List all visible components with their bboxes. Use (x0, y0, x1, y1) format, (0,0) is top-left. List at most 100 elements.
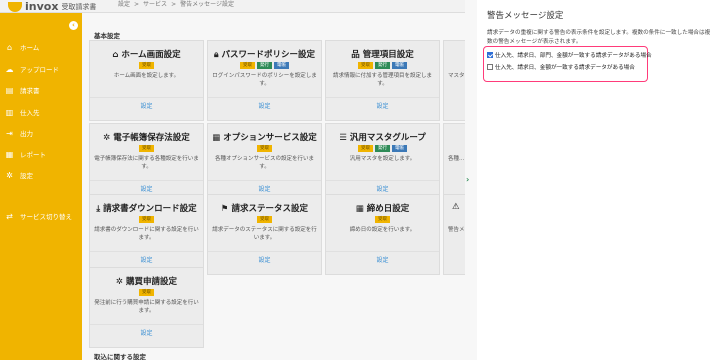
divider (326, 180, 439, 181)
document-icon: ▤ (5, 85, 14, 95)
settings-link[interactable]: 設定 (326, 184, 439, 193)
section-title-import: 取込に関する設定 (94, 353, 146, 360)
building-icon: ▥ (5, 107, 14, 117)
card-description: 各種... (448, 156, 465, 162)
settings-link[interactable]: 設定 (90, 328, 203, 337)
divider (90, 180, 203, 181)
chevron-left-icon[interactable]: ‹ (69, 21, 78, 30)
sidebar-item-service-switch[interactable]: ⇄ サービス切り替え (5, 211, 72, 222)
card-title: 汎用マスタグループ (349, 133, 426, 143)
badge-receive: 受取 (139, 145, 154, 152)
chevron-right-icon[interactable]: › (466, 175, 469, 184)
warning-icon: ⚠ (452, 202, 460, 212)
report-icon: ▦ (5, 149, 14, 159)
user-status-icon: ⚑ (220, 204, 229, 214)
divider (90, 251, 203, 252)
card-password-policy: 🔒︎ パスワードポリシー設定 受取 発行 電帳 ログインパスワードのポリシーを設定… (207, 40, 322, 121)
sidebar-item-label: レポート (20, 151, 46, 159)
logo-mark-icon (8, 2, 22, 12)
settings-link[interactable]: 設定 (326, 255, 439, 264)
card-title: 請求書ダウンロード設定 (103, 204, 197, 214)
settings-link[interactable]: 設定 (326, 101, 439, 110)
home-icon: ⌂ (112, 50, 119, 60)
settings-link[interactable]: 設定 (208, 255, 321, 264)
card-closing-date: ▦ 締め日設定 受取 締め日の設定を行います。 設定 (325, 194, 440, 275)
settings-link[interactable]: 設定 (208, 101, 321, 110)
badge-issue: 発行 (257, 62, 272, 69)
checkbox-unchecked[interactable] (487, 64, 493, 70)
divider (90, 97, 203, 98)
divider (90, 324, 203, 325)
badge-receive: 受取 (375, 216, 390, 223)
divider (208, 251, 321, 252)
option-basic-match[interactable]: 仕入先、請求日、金額が一致する請求データがある場合 (487, 63, 635, 71)
sidebar-item-home[interactable]: ⌂ ホーム (5, 42, 40, 53)
card-title: ホーム画面設定 (121, 50, 181, 60)
badge-receive: 受取 (139, 289, 154, 296)
sidebar-item-label: 仕入先 (20, 109, 40, 117)
home-icon: ⌂ (6, 42, 13, 52)
divider (208, 180, 321, 181)
breadcrumb-service[interactable]: サービス (143, 1, 167, 9)
settings-link[interactable]: 設定 (208, 184, 321, 193)
sidebar-item-label: サービス切り替え (20, 213, 72, 221)
breadcrumb-separator: > (171, 1, 177, 8)
sidebar-item-label: ホーム (20, 44, 40, 52)
card-partial: 各種... (443, 123, 465, 204)
option-department-match[interactable]: 仕入先、請求日、部門、金額が一致する請求データがある場合 (487, 51, 652, 59)
upload-icon: ☁ (5, 64, 14, 74)
card-description: 電子帳簿保存法に関する各種設定を行います。 (94, 156, 199, 170)
badge-receive: 受取 (358, 145, 373, 152)
logo[interactable]: invox 受取請求書 (8, 0, 96, 12)
card-description: 警告メ... (448, 227, 465, 233)
app-header: invox 受取請求書 設定 > サービス > 警告メッセージ設定 (0, 0, 465, 13)
card-description: マスタ... (448, 73, 465, 79)
lock-icon: 🔒︎ (213, 50, 219, 60)
sidebar-item-invoices[interactable]: ▤ 請求書 (5, 85, 40, 96)
badge-ebook: 電帳 (392, 62, 407, 69)
badge-receive: 受取 (240, 62, 255, 69)
sidebar-item-report[interactable]: ▦ レポート (5, 149, 46, 160)
settings-link[interactable]: 設定 (90, 255, 203, 264)
sidebar-item-output[interactable]: ⇥ 出力 (5, 128, 33, 139)
breadcrumb-separator: > (134, 1, 140, 8)
badge-ebook: 電帳 (274, 62, 289, 69)
settings-link[interactable]: 設定 (90, 184, 203, 193)
card-purchase-request: ✲ 購買申請設定 受取 発注前に行う購買申請に関する設定を行います。 設定 (89, 267, 204, 348)
switch-icon: ⇄ (6, 211, 13, 221)
sidebar-item-label: アップロード (20, 66, 59, 74)
sidebar-item-settings[interactable]: ✲ 設定 (5, 170, 33, 181)
warning-settings-panel: 警告メッセージ設定 請求データの重複に関する警告の表示条件を設定します。複数の条… (477, 0, 720, 360)
badge-receive: 受取 (257, 216, 272, 223)
card-home-settings: ⌂ ホーム画面設定 受取 ホーム画面を設定します。 設定 (89, 40, 204, 121)
download-icon: ⤓ (96, 204, 101, 214)
card-partial-warning: ⚠ 警告メ... (443, 194, 465, 275)
sidebar: ‹ ⌂ ホーム ☁ アップロード ▤ 請求書 ▥ 仕入先 ⇥ 出力 ▦ レポート… (0, 13, 82, 360)
settings-link[interactable]: 設定 (90, 101, 203, 110)
sidebar-item-label: 出力 (20, 130, 33, 138)
gear-icon: ✲ (6, 170, 13, 180)
card-description: 締め日の設定を行います。 (349, 227, 416, 233)
option-label: 仕入先、請求日、部門、金額が一致する請求データがある場合 (495, 53, 652, 59)
breadcrumb-settings[interactable]: 設定 (118, 1, 130, 9)
grid-icon: ▦ (212, 133, 221, 143)
sidebar-item-suppliers[interactable]: ▥ 仕入先 (5, 107, 40, 118)
panel-title: 警告メッセージ設定 (487, 11, 564, 21)
gears-icon: ✲ (115, 277, 124, 287)
card-description: 請求情報に付加する管理項目を設定します。 (332, 73, 432, 87)
card-option-service: ▦ オプションサービス設定 受取 各種オプションサービスの設定を行います。 設定 (207, 123, 322, 204)
divider (208, 97, 321, 98)
checkbox-checked[interactable] (487, 52, 493, 58)
card-title: 締め日設定 (366, 204, 410, 214)
list-icon: ☰ (339, 133, 347, 143)
card-title: 購買申請設定 (126, 277, 178, 287)
sidebar-item-upload[interactable]: ☁ アップロード (5, 64, 60, 75)
card-title: 請求ステータス設定 (231, 204, 309, 214)
main-content: 基本設定 ⌂ ホーム画面設定 受取 ホーム画面を設定します。 設定 🔒︎ パスワード… (82, 13, 465, 360)
badge-issue: 発行 (375, 62, 390, 69)
card-partial: マスタ... (443, 40, 465, 121)
sitemap-icon: 品 (351, 50, 360, 60)
breadcrumb: 設定 > サービス > 警告メッセージ設定 (118, 1, 234, 9)
logo-subtitle: 受取請求書 (61, 3, 97, 11)
card-description: 発注前に行う購買申請に関する設定を行います。 (94, 300, 199, 314)
